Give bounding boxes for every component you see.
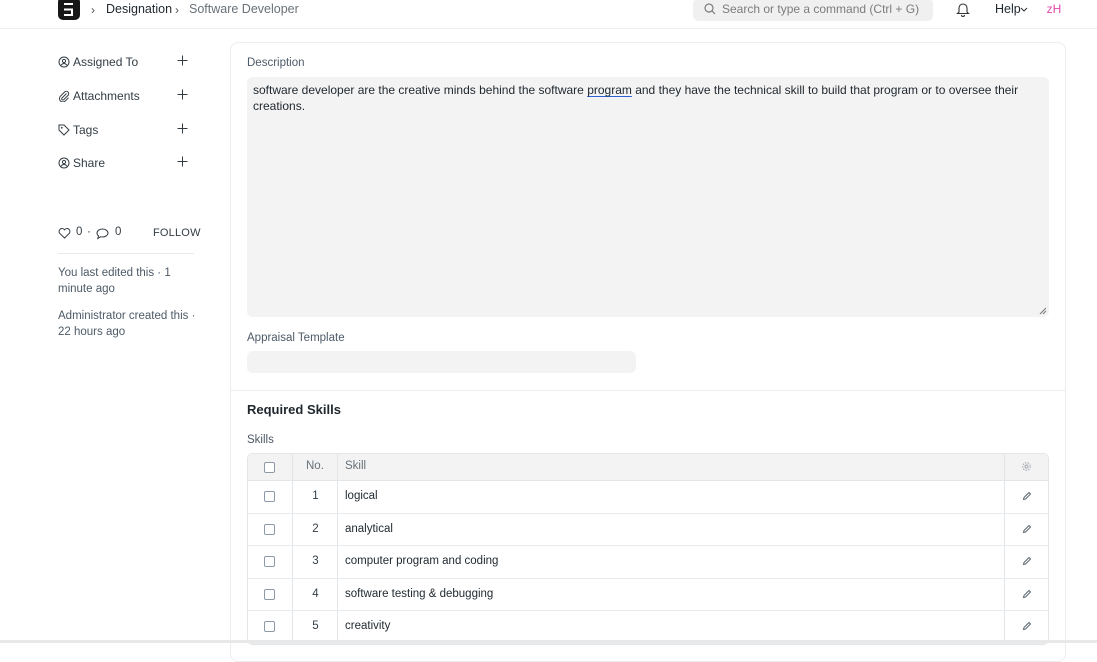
breadcrumb-designation[interactable]: Designation (106, 2, 172, 16)
gear-icon[interactable] (1021, 461, 1032, 472)
edit-icon[interactable] (1022, 524, 1032, 534)
breadcrumb-chevron-icon: › (91, 3, 95, 17)
dot-separator: · (87, 226, 91, 238)
edit-icon[interactable] (1022, 621, 1032, 631)
skill-cell[interactable]: computer program and coding (345, 555, 498, 567)
sidebar-item-attachments[interactable]: Attachments (58, 87, 198, 107)
tag-icon (58, 124, 70, 136)
add-assignee-icon[interactable] (177, 55, 188, 66)
appraisal-template-label: Appraisal Template (247, 332, 345, 344)
breadcrumb-current[interactable]: Software Developer (189, 2, 299, 16)
sidebar-item-label: Tags (73, 123, 99, 137)
table-row[interactable]: 4 software testing & debugging (248, 578, 1048, 612)
section-title-required-skills: Required Skills (247, 402, 341, 417)
heart-icon[interactable] (58, 228, 71, 239)
breadcrumb-chevron-icon: › (175, 3, 179, 17)
row-checkbox[interactable] (264, 621, 275, 633)
table-header: No. Skill (248, 454, 1048, 481)
description-text-start: software developer are the creative mind… (253, 83, 588, 97)
skill-cell[interactable]: software testing & debugging (345, 588, 493, 600)
share-icon (58, 157, 70, 169)
skills-label: Skills (247, 434, 274, 446)
row-number: 1 (312, 490, 319, 502)
select-all-checkbox[interactable] (264, 462, 275, 473)
paperclip-icon (58, 90, 70, 102)
user-avatar[interactable]: zH (1042, 0, 1066, 20)
row-checkbox[interactable] (264, 588, 275, 600)
comments-count: 0 (115, 226, 122, 238)
sidebar-item-share[interactable]: Share (58, 154, 198, 174)
description-field[interactable]: software developer are the creative mind… (247, 77, 1049, 317)
help-dropdown[interactable]: Help (995, 2, 1021, 16)
likes-count: 0 (76, 226, 83, 238)
follow-button[interactable]: FOLLOW (153, 227, 201, 239)
row-checkbox[interactable] (264, 491, 275, 502)
edit-icon[interactable] (1022, 589, 1032, 599)
chevron-down-icon (1020, 7, 1028, 12)
header-no: No. (306, 460, 324, 472)
appraisal-template-input[interactable] (247, 351, 636, 373)
row-checkbox[interactable] (264, 556, 275, 568)
sidebar-divider (58, 253, 194, 254)
comment-icon[interactable] (96, 228, 109, 240)
edit-icon[interactable] (1022, 491, 1032, 501)
table-row[interactable]: 2 analytical (248, 513, 1048, 547)
description-flagged-word: program (587, 83, 632, 97)
add-attachment-icon[interactable] (177, 89, 188, 100)
skill-cell[interactable]: analytical (345, 523, 393, 535)
resize-handle-icon[interactable] (1039, 307, 1047, 315)
sidebar-item-label: Attachments (73, 89, 140, 103)
top-navbar: › Designation › Software Developer Searc… (0, 0, 1097, 29)
logo-icon (64, 3, 73, 16)
skills-table: No. Skill 1 logical 2 analytical 3 compu… (247, 453, 1049, 645)
search-placeholder: Search or type a command (Ctrl + G) (722, 2, 920, 16)
created-by-text: Administrator created this · 22 hours ag… (58, 310, 196, 338)
row-number: 2 (312, 522, 319, 535)
table-row[interactable]: 3 computer program and coding (248, 546, 1048, 579)
search-bar[interactable]: Search or type a command (Ctrl + G) (693, 0, 933, 21)
edit-icon[interactable] (1022, 556, 1032, 566)
sidebar-item-tags[interactable]: Tags (58, 121, 198, 141)
app-logo[interactable] (58, 0, 80, 20)
last-edited-text: You last edited this · 1 minute ago (58, 267, 171, 295)
assign-icon (58, 56, 70, 68)
sidebar-item-label: Assigned To (73, 55, 139, 69)
description-label: Description (247, 57, 305, 69)
skill-cell[interactable]: creativity (345, 620, 390, 632)
row-checkbox[interactable] (264, 523, 275, 535)
table-row[interactable]: 1 logical (248, 481, 1048, 514)
notification-bell-icon[interactable] (956, 2, 970, 17)
sidebar-item-assigned-to[interactable]: Assigned To (58, 53, 198, 73)
row-number: 3 (312, 555, 319, 568)
row-number: 5 (312, 620, 319, 633)
skill-cell[interactable]: logical (345, 490, 378, 502)
header-skill: Skill (345, 460, 367, 472)
row-number: 4 (312, 587, 319, 600)
search-icon (704, 3, 716, 15)
section-divider (231, 390, 1065, 391)
add-tag-icon[interactable] (177, 123, 188, 134)
sidebar-item-label: Share (73, 156, 106, 170)
add-share-icon[interactable] (177, 156, 188, 167)
